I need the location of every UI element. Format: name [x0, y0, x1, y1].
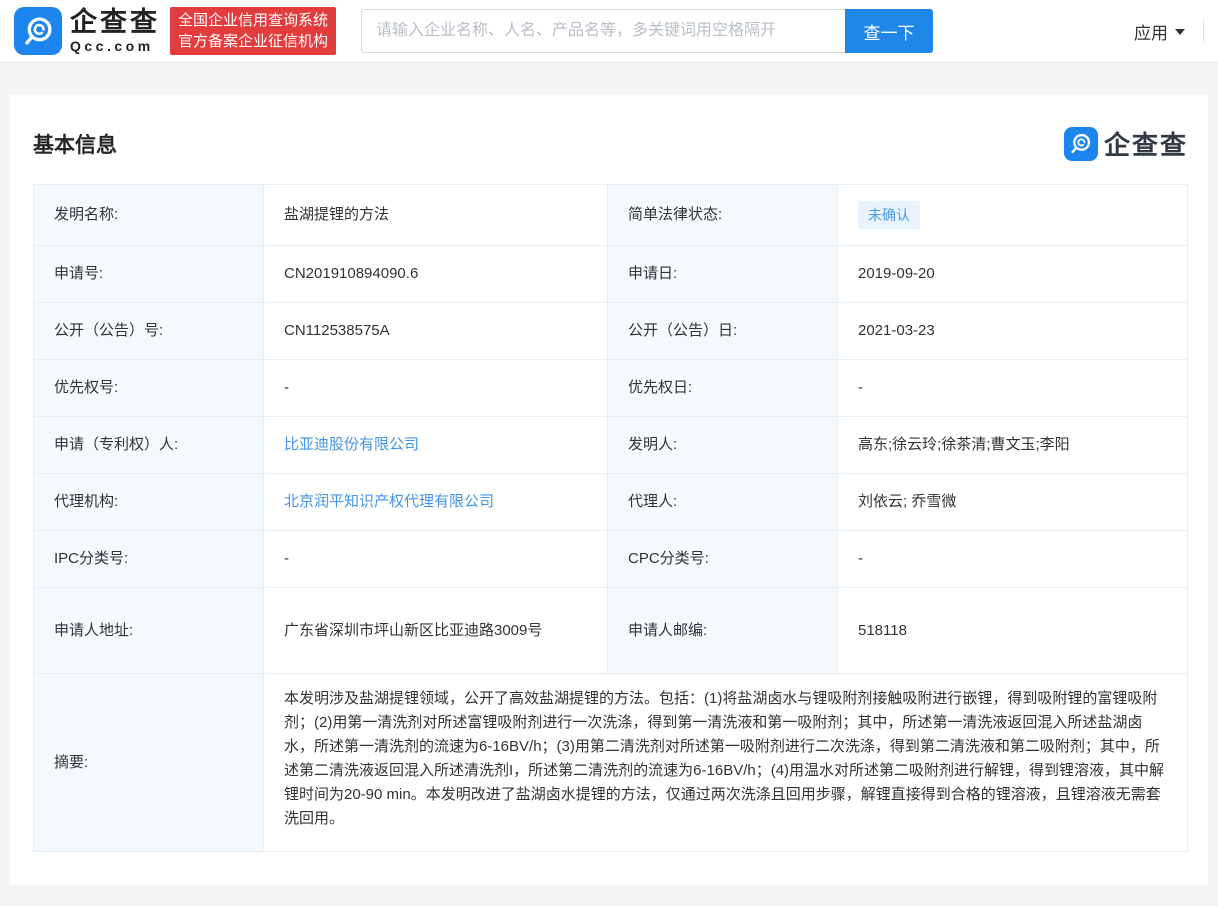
agency-company-link[interactable]: 北京润平知识产权代理有限公司 [284, 493, 494, 510]
field-value: 2021-03-23 [837, 302, 1188, 360]
apps-menu-label: 应用 [1134, 23, 1168, 43]
qcc-logo[interactable]: 企查查 Qcc.com [14, 7, 160, 55]
certification-badge-line1: 全国企业信用查询系统 [178, 12, 329, 29]
qcc-logo-text: 企查查 Qcc.com [70, 7, 160, 54]
certification-badge: 全国企业信用查询系统 官方备案企业征信机构 [170, 7, 337, 55]
field-value: 盐湖提锂的方法 [263, 184, 608, 246]
field-value: CN112538575A [263, 302, 608, 360]
table-row: 优先权号: - 优先权日: - [33, 359, 1188, 417]
table-row: 发明名称: 盐湖提锂的方法 简单法律状态: 未确认 [33, 184, 1188, 246]
applicant-company-link[interactable]: 比亚迪股份有限公司 [284, 436, 419, 453]
field-label: 申请号: [33, 245, 264, 303]
field-value: 广东省深圳市坪山新区比亚迪路3009号 [263, 587, 608, 674]
field-value: 北京润平知识产权代理有限公司 [263, 473, 608, 531]
search-input[interactable] [361, 9, 846, 53]
field-label: 发明名称: [33, 184, 264, 246]
logo-domain: Qcc.com [70, 38, 154, 54]
field-value: 高东;徐云玲;徐茶清;曹文玉;李阳 [837, 416, 1188, 474]
field-label: 发明人: [607, 416, 838, 474]
field-value: - [263, 530, 608, 588]
header-right: 应用 [1134, 19, 1204, 44]
table-row: 申请号: CN201910894090.6 申请日: 2019-09-20 [33, 245, 1188, 303]
field-value: 比亚迪股份有限公司 [263, 416, 608, 474]
section-title: 基本信息 [33, 133, 117, 157]
basic-info-table: 发明名称: 盐湖提锂的方法 简单法律状态: 未确认 申请号: CN2019108… [33, 184, 1188, 852]
field-value: 2019-09-20 [837, 245, 1188, 303]
qcc-watermark: 企查查 [1063, 125, 1188, 162]
search-button[interactable]: 查一下 [845, 9, 934, 53]
header-divider [1203, 20, 1204, 42]
table-row: IPC分类号: - CPC分类号: - [33, 530, 1188, 588]
logo-brand-name: 企查查 [70, 7, 160, 37]
abstract-text: 本发明涉及盐湖提锂领域，公开了高效盐湖提锂的方法。包括：(1)将盐湖卤水与锂吸附… [263, 673, 1188, 852]
card-head: 基本信息 企查查 [33, 125, 1188, 162]
field-label: 申请人邮编: [607, 587, 838, 674]
table-row: 代理机构: 北京润平知识产权代理有限公司 代理人: 刘依云; 乔雪微 [33, 473, 1188, 531]
apps-menu[interactable]: 应用 [1134, 19, 1185, 44]
field-label: 申请日: [607, 245, 838, 303]
table-row: 申请人地址: 广东省深圳市坪山新区比亚迪路3009号 申请人邮编: 518118 [33, 587, 1188, 674]
field-label: IPC分类号: [33, 530, 264, 588]
field-value: 未确认 [837, 184, 1188, 246]
field-value: - [837, 530, 1188, 588]
field-label: 优先权号: [33, 359, 264, 417]
top-header: 企查查 Qcc.com 全国企业信用查询系统 官方备案企业征信机构 查一下 应用 [0, 0, 1218, 63]
field-label: 申请人地址: [33, 587, 264, 674]
field-label: 摘要: [33, 673, 264, 852]
field-label: 代理机构: [33, 473, 264, 531]
field-label: CPC分类号: [607, 530, 838, 588]
certification-badge-line2: 官方备案企业征信机构 [178, 33, 329, 50]
field-label: 公开（公告）日: [607, 302, 838, 360]
field-label: 公开（公告）号: [33, 302, 264, 360]
field-label: 代理人: [607, 473, 838, 531]
field-label: 优先权日: [607, 359, 838, 417]
table-row: 摘要: 本发明涉及盐湖提锂领域，公开了高效盐湖提锂的方法。包括：(1)将盐湖卤水… [33, 673, 1188, 852]
basic-info-card: 基本信息 企查查 发明名称: 盐湖提锂的方法 简单法律状态: 未确认 申请号: … [10, 95, 1208, 885]
field-value: 刘依云; 乔雪微 [837, 473, 1188, 531]
table-row: 申请（专利权）人: 比亚迪股份有限公司 发明人: 高东;徐云玲;徐茶清;曹文玉;… [33, 416, 1188, 474]
field-value: - [837, 359, 1188, 417]
field-label: 简单法律状态: [607, 184, 838, 246]
search-bar: 查一下 [361, 9, 934, 53]
qcc-logo-icon [14, 7, 62, 55]
qcc-watermark-text: 企查查 [1103, 130, 1188, 160]
qcc-watermark-icon [1063, 126, 1098, 161]
field-label: 申请（专利权）人: [33, 416, 264, 474]
field-value: - [263, 359, 608, 417]
field-value: CN201910894090.6 [263, 245, 608, 303]
field-value: 518118 [837, 587, 1188, 674]
legal-status-badge: 未确认 [858, 201, 920, 229]
chevron-down-icon [1175, 29, 1185, 35]
table-row: 公开（公告）号: CN112538575A 公开（公告）日: 2021-03-2… [33, 302, 1188, 360]
